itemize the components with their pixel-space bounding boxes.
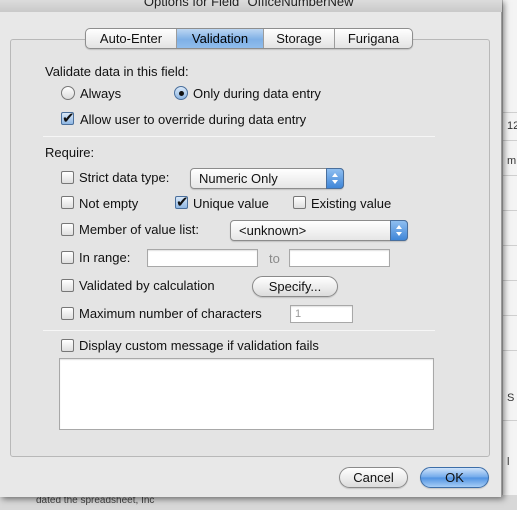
in-range-checkbox[interactable] [61, 251, 74, 264]
during-entry-label[interactable]: Only during data entry [193, 86, 321, 101]
calculation-label[interactable]: Validated by calculation [79, 278, 215, 293]
value-list-popup[interactable]: <unknown> [230, 220, 408, 241]
in-range-label[interactable]: In range: [79, 250, 130, 265]
always-radio[interactable] [61, 86, 75, 100]
value-list-label[interactable]: Member of value list: [79, 222, 199, 237]
strict-type-popup[interactable]: Numeric Only [190, 168, 344, 189]
background-glyph: 12 [507, 120, 517, 132]
custom-message-checkbox[interactable] [61, 339, 74, 352]
existing-value-checkbox[interactable] [293, 196, 306, 209]
background-glyph: S [507, 392, 515, 404]
tab-furigana[interactable]: Furigana [335, 29, 412, 48]
during-entry-radio[interactable] [174, 86, 188, 100]
custom-message-textarea[interactable] [59, 358, 434, 430]
calculation-checkbox[interactable] [61, 279, 74, 292]
value-list-checkbox[interactable] [61, 223, 74, 236]
popup-arrows-icon [390, 220, 408, 241]
strict-type-value: Numeric Only [199, 171, 278, 186]
existing-value-label[interactable]: Existing value [311, 196, 391, 211]
tab-auto-enter[interactable]: Auto-Enter [86, 29, 177, 48]
range-to-label: to [269, 251, 280, 266]
background-window-edge: 12 m S l [502, 0, 517, 510]
tab-bar: Auto-Enter Validation Storage Furigana [85, 28, 413, 49]
background-glyph: l [507, 456, 510, 468]
strict-type-checkbox[interactable] [61, 171, 74, 184]
popup-arrows-icon [326, 168, 344, 189]
strict-type-label[interactable]: Strict data type: [79, 170, 169, 185]
window-title: Options for Field "OfficeNumberNew" [143, 0, 359, 9]
unique-value-checkbox[interactable] [175, 193, 189, 211]
override-label[interactable]: Allow user to override during data entry [80, 112, 306, 127]
background-window-bottom: dated the spreadsheet, Inc [0, 495, 517, 510]
tab-validation[interactable]: Validation [177, 29, 264, 48]
cancel-button[interactable]: Cancel [339, 467, 408, 488]
range-from-field[interactable] [147, 249, 258, 267]
specify-button[interactable]: Specify... [252, 276, 338, 297]
divider [43, 136, 435, 137]
range-to-field[interactable] [289, 249, 390, 267]
ok-button[interactable]: OK [420, 467, 489, 488]
title-bar[interactable]: Options for Field "OfficeNumberNew" [0, 0, 502, 12]
not-empty-label[interactable]: Not empty [79, 196, 138, 211]
require-heading: Require: [45, 145, 95, 160]
custom-message-label[interactable]: Display custom message if validation fai… [79, 338, 319, 353]
validate-heading: Validate data in this field: [45, 64, 189, 79]
max-chars-checkbox[interactable] [61, 307, 74, 320]
value-list-value: <unknown> [239, 223, 307, 238]
unique-value-label[interactable]: Unique value [193, 196, 269, 211]
background-glyph: m [507, 155, 517, 167]
field-options-dialog: Options for Field "OfficeNumberNew" Auto… [0, 0, 502, 497]
override-checkbox[interactable] [61, 109, 75, 127]
max-chars-field[interactable]: 1 [290, 305, 353, 323]
tab-storage[interactable]: Storage [264, 29, 335, 48]
not-empty-checkbox[interactable] [61, 196, 74, 209]
max-chars-label[interactable]: Maximum number of characters [79, 306, 262, 321]
divider [43, 330, 435, 331]
always-label[interactable]: Always [80, 86, 121, 101]
